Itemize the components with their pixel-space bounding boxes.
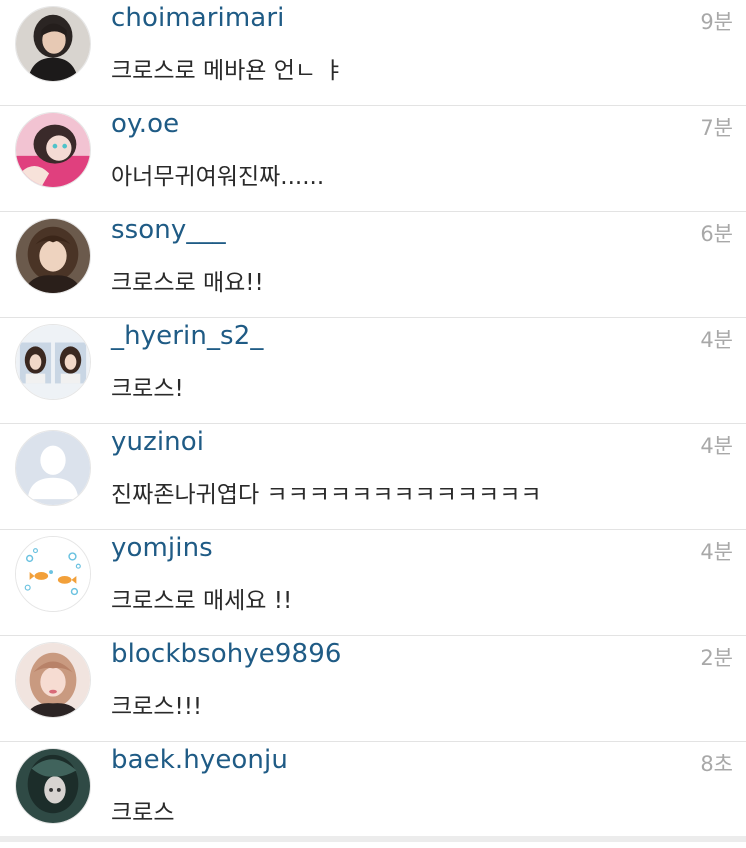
username[interactable]: oy.oe (111, 109, 179, 139)
default-user-icon (16, 431, 90, 505)
comment-row: ssony___ 크로스로 매요!! 6분 (0, 212, 746, 318)
avatar-photo-icon (16, 219, 90, 293)
username[interactable]: ssony___ (111, 215, 226, 245)
timestamp: 4분 (700, 434, 733, 458)
timestamp: 2분 (700, 646, 733, 670)
comment-text: 아너무귀여워진짜...... (111, 164, 325, 190)
comment-row: baek.hyeonju 크로스 8초 (0, 742, 746, 848)
comment-row: yuzinoi 진짜존나귀엽다 ㅋㅋㅋㅋㅋㅋㅋㅋㅋㅋㅋㅋㅋ 4분 (0, 424, 746, 530)
bubbles-fish-icon (16, 537, 90, 611)
username[interactable]: yomjins (111, 533, 213, 563)
comment-row: oy.oe 아너무귀여워진짜...... 7분 (0, 106, 746, 212)
avatar[interactable] (15, 218, 91, 294)
avatar-photo-icon (16, 643, 90, 717)
avatar[interactable] (15, 642, 91, 718)
comment-row: yomjins 크로스로 매세요 !! 4분 (0, 530, 746, 636)
avatar[interactable] (15, 324, 91, 400)
comment-list: choimarimari 크로스로 메바욘 언ㄴ ㅑ 9분 oy.oe 아너무귀… (0, 0, 746, 848)
bottom-divider (0, 836, 746, 842)
username[interactable]: yuzinoi (111, 427, 204, 457)
comment-text: 진짜존나귀엽다 ㅋㅋㅋㅋㅋㅋㅋㅋㅋㅋㅋㅋㅋ (111, 482, 542, 508)
timestamp: 7분 (700, 116, 733, 140)
username[interactable]: choimarimari (111, 3, 284, 33)
avatar-photo-icon (16, 325, 90, 399)
avatar-photo-icon (16, 749, 90, 823)
timestamp: 4분 (700, 328, 733, 352)
comment-text: 크로스 (111, 800, 175, 826)
avatar-photo-icon (16, 7, 90, 81)
comment-text: 크로스!!! (111, 694, 203, 720)
avatar[interactable] (15, 748, 91, 824)
timestamp: 9분 (700, 10, 733, 34)
comment-row: choimarimari 크로스로 메바욘 언ㄴ ㅑ 9분 (0, 0, 746, 106)
avatar[interactable] (15, 112, 91, 188)
timestamp: 4분 (700, 540, 733, 564)
timestamp: 8초 (700, 752, 733, 776)
username[interactable]: baek.hyeonju (111, 745, 288, 775)
avatar[interactable] (15, 6, 91, 82)
username[interactable]: blockbsohye9896 (111, 639, 341, 669)
comment-text: 크로스로 매요!! (111, 270, 264, 296)
avatar-photo-icon (16, 113, 90, 187)
avatar[interactable] (15, 430, 91, 506)
comment-text: 크로스로 매세요 !! (111, 588, 293, 614)
timestamp: 6분 (700, 222, 733, 246)
comment-row: _hyerin_s2_ 크로스! 4분 (0, 318, 746, 424)
comment-text: 크로스로 메바욘 언ㄴ ㅑ (111, 58, 345, 84)
comment-row: blockbsohye9896 크로스!!! 2분 (0, 636, 746, 742)
comment-text: 크로스! (111, 376, 184, 402)
avatar[interactable] (15, 536, 91, 612)
username[interactable]: _hyerin_s2_ (111, 321, 263, 351)
